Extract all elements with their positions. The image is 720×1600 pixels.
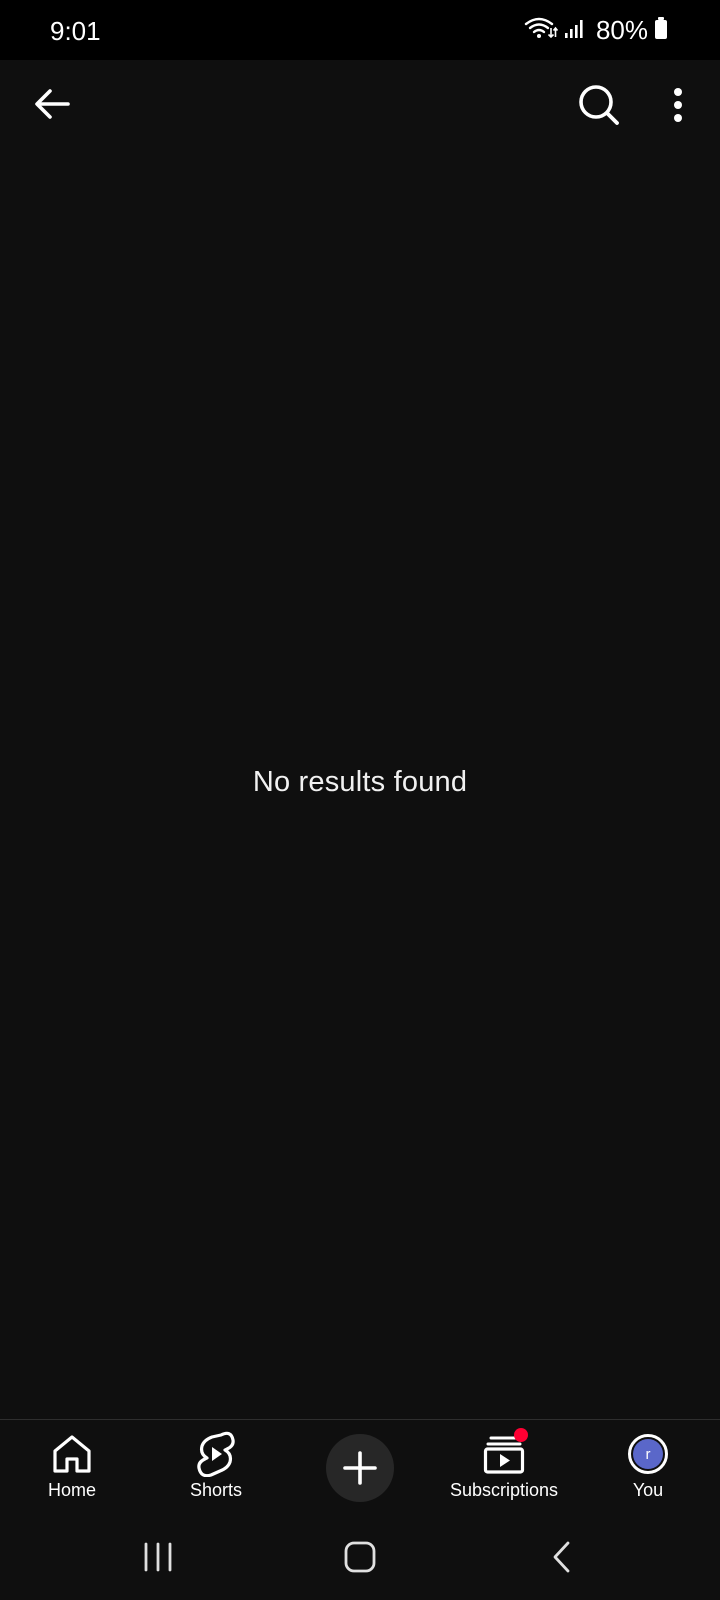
notification-dot: [514, 1428, 528, 1442]
status-icons: 80%: [524, 14, 668, 46]
battery-percent: 80%: [595, 14, 648, 45]
nav-home-label: Home: [47, 1480, 96, 1500]
recents-button[interactable]: [128, 1535, 188, 1579]
avatar: r: [624, 1430, 672, 1478]
recents-icon: [144, 1542, 172, 1572]
nav-shorts[interactable]: Shorts: [146, 1430, 286, 1512]
nav-subscriptions-label: Subscriptions: [449, 1480, 559, 1500]
nav-you-label: You: [632, 1480, 664, 1500]
system-back-icon: [553, 1541, 570, 1573]
system-navigation-bar: [0, 1515, 720, 1600]
home-icon: [48, 1430, 96, 1478]
search-icon: [579, 85, 619, 125]
search-button[interactable]: [574, 80, 624, 130]
avatar-ring: r: [628, 1434, 668, 1474]
back-button[interactable]: [28, 80, 76, 128]
system-home-button[interactable]: [330, 1535, 390, 1579]
nav-home[interactable]: Home: [2, 1430, 142, 1512]
avatar-initial: r: [633, 1439, 663, 1469]
system-back-button[interactable]: [532, 1535, 592, 1579]
signal-icon: [564, 17, 586, 44]
more-options-button[interactable]: [660, 80, 696, 130]
more-vert-icon: [674, 88, 682, 122]
wifi-icon: [524, 15, 559, 46]
nav-shorts-label: Shorts: [189, 1480, 243, 1500]
shorts-icon: [192, 1430, 240, 1478]
app-bar: [0, 60, 720, 152]
status-time: 9:01: [50, 16, 101, 46]
nav-you[interactable]: r You: [578, 1430, 718, 1512]
no-results-message: No results found: [252, 766, 468, 798]
bottom-navigation: Home Shorts Subscriptions r You: [0, 1419, 720, 1516]
status-bar: 9:01 80%: [0, 0, 720, 60]
create-button[interactable]: [326, 1434, 394, 1502]
battery-icon: [654, 16, 668, 45]
subscriptions-icon: [480, 1428, 528, 1478]
nav-subscriptions[interactable]: Subscriptions: [434, 1428, 574, 1512]
back-arrow-icon: [35, 89, 70, 119]
home-button-icon: [344, 1541, 376, 1573]
plus-icon: [343, 1451, 377, 1485]
screen: 9:01 80% No results found Home Shorts Su…: [0, 0, 720, 1600]
